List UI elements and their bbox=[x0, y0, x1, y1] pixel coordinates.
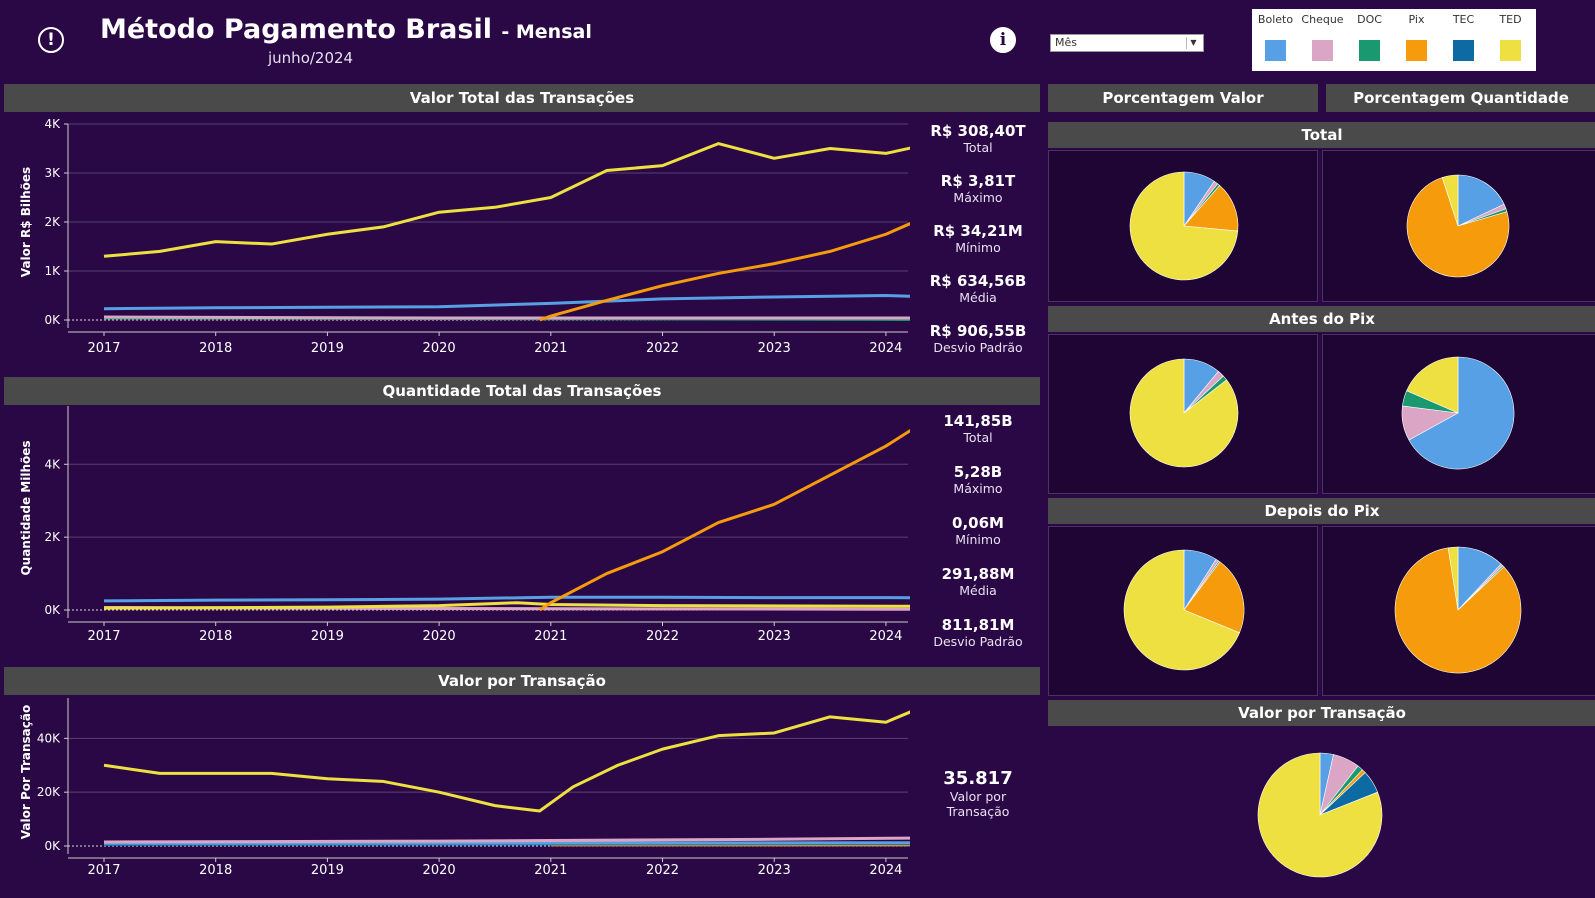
pie-charts bbox=[1123, 171, 1522, 878]
